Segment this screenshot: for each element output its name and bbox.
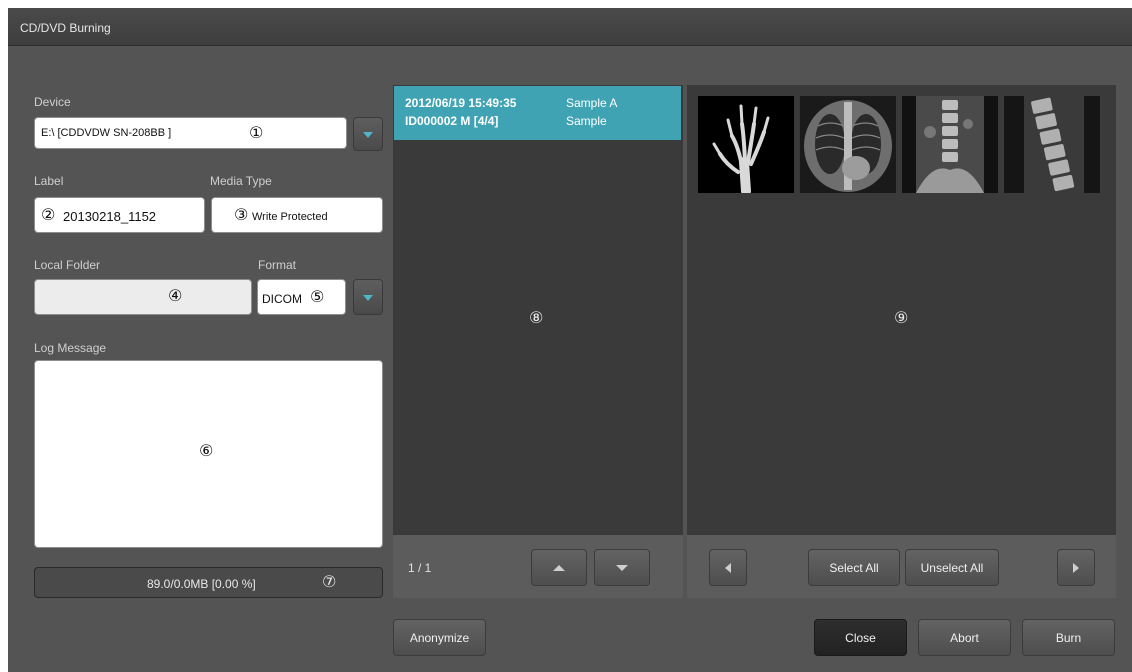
- local-folder-marker: ④: [168, 286, 183, 305]
- page-indicator: 1 / 1: [408, 561, 432, 575]
- media-type-field: ③ Write Protected: [211, 197, 383, 233]
- media-type-marker: ③: [234, 205, 249, 224]
- thumbnail-spine-lateral-xray[interactable]: [1004, 96, 1100, 193]
- thumbnail-abdomen-xray[interactable]: [902, 96, 998, 193]
- label-value: 20130218_1152: [63, 209, 157, 224]
- arrow-right-icon: [1073, 562, 1079, 573]
- log-message-box[interactable]: ⑥: [34, 360, 383, 548]
- chevron-down-icon: [363, 132, 373, 138]
- arrow-left-icon: [725, 562, 731, 573]
- abort-button[interactable]: Abort: [918, 619, 1011, 656]
- study-patient-name: Sample A: [566, 96, 618, 110]
- label-marker: ②: [41, 205, 56, 224]
- scroll-up-button[interactable]: [531, 549, 587, 586]
- format-marker: ⑤: [310, 287, 325, 306]
- study-datetime: 2012/06/19 15:49:35: [405, 96, 517, 110]
- arrow-up-icon: [553, 564, 565, 571]
- media-type-value: Write Protected: [252, 211, 328, 223]
- study-list-marker: ⑧: [529, 308, 544, 327]
- image-panel-marker: ⑨: [894, 308, 909, 327]
- window-title: CD/DVD Burning: [20, 21, 111, 35]
- abdomen-xray-image: [902, 96, 998, 193]
- format-dropdown-button[interactable]: [353, 279, 383, 315]
- arrow-down-icon: [616, 564, 628, 571]
- local-folder-caption: Local Folder: [34, 258, 101, 272]
- device-marker: ①: [249, 123, 264, 142]
- burn-button[interactable]: Burn: [1022, 619, 1115, 656]
- thumbnail-hand-xray[interactable]: [698, 96, 794, 193]
- study-patient-id: ID000002 M [4/4]: [405, 114, 499, 128]
- media-type-caption: Media Type: [210, 174, 272, 188]
- device-field[interactable]: E:\ [CDDVDW SN-208BB ] ①: [34, 117, 347, 149]
- label-field[interactable]: ② 20130218_1152: [34, 197, 205, 233]
- close-button[interactable]: Close: [814, 619, 907, 656]
- anonymize-button[interactable]: Anonymize: [393, 619, 486, 656]
- device-dropdown-button[interactable]: [353, 117, 383, 151]
- log-message-caption: Log Message: [34, 341, 107, 355]
- label-caption: Label: [34, 174, 64, 188]
- spine-lateral-xray-image: [1004, 96, 1100, 193]
- log-marker: ⑥: [199, 441, 214, 460]
- chest-xray-image: [800, 96, 896, 193]
- unselect-all-button[interactable]: Unselect All: [905, 549, 999, 586]
- title-bar: CD/DVD Burning: [8, 8, 1132, 46]
- local-folder-field[interactable]: ④: [34, 279, 252, 315]
- chevron-down-icon: [363, 295, 373, 301]
- progress-text: 89.0/0.0MB [0.00 %]: [147, 577, 256, 591]
- study-list-footer: 1 / 1: [393, 535, 683, 598]
- next-image-button[interactable]: [1057, 549, 1095, 586]
- thumbnail-chest-xray[interactable]: [800, 96, 896, 193]
- format-field[interactable]: DICOM ⑤: [257, 279, 346, 315]
- study-list-item-selected[interactable]: 2012/06/19 15:49:35 ID000002 M [4/4] Sam…: [394, 86, 681, 140]
- cd-dvd-burning-window: CD/DVD Burning Device E:\ [CDDVDW SN-208…: [8, 8, 1132, 672]
- format-value: DICOM: [262, 292, 302, 306]
- progress-bar: 89.0/0.0MB [0.00 %] ⑦: [34, 567, 383, 598]
- hand-xray-image: [698, 96, 794, 193]
- format-caption: Format: [258, 258, 297, 272]
- progress-marker: ⑦: [322, 572, 337, 591]
- previous-image-button[interactable]: [709, 549, 747, 586]
- device-label: Device: [34, 95, 71, 109]
- study-description: Sample: [566, 114, 607, 128]
- device-value: E:\ [CDDVDW SN-208BB ]: [41, 127, 172, 139]
- select-all-button[interactable]: Select All: [808, 549, 900, 586]
- study-list-panel: 2012/06/19 15:49:35 ID000002 M [4/4] Sam…: [393, 85, 683, 535]
- scroll-down-button[interactable]: [594, 549, 650, 586]
- image-panel-footer: Select All Unselect All: [687, 535, 1116, 598]
